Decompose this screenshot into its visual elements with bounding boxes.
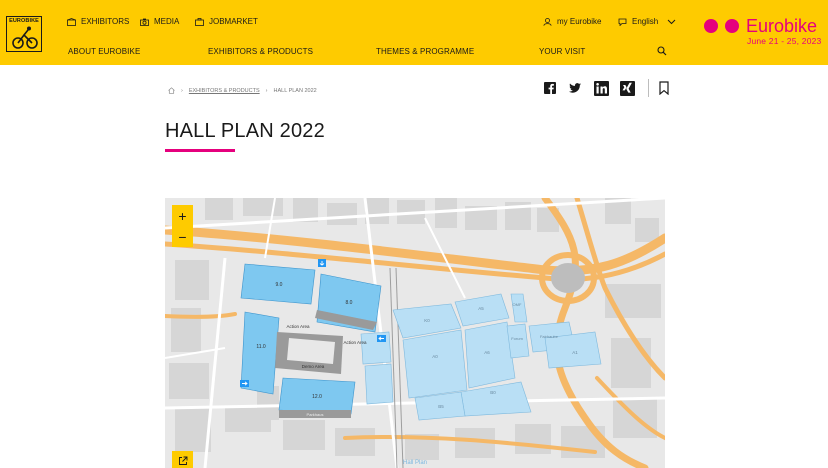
bookmark-icon[interactable] <box>658 79 670 97</box>
zoom-out-button[interactable]: − <box>172 226 193 247</box>
breadcrumb: › EXHIBITORS & PRODUCTS › HALL PLAN 2022 <box>168 87 317 94</box>
nav-jobmarket[interactable]: JOBMARKET <box>195 17 258 26</box>
briefcase-icon <box>195 17 204 26</box>
nav-your-visit[interactable]: YOUR VISIT <box>539 47 585 56</box>
nav-jobmarket-label: JOBMARKET <box>209 17 258 26</box>
area-label-action-2: Action Area <box>343 340 367 345</box>
breadcrumb-current: HALL PLAN 2022 <box>273 87 317 94</box>
breadcrumb-separator-icon: › <box>181 87 183 94</box>
hall-label-omf: OMF <box>513 302 522 307</box>
hall-label-a5: A5 <box>478 306 484 311</box>
map-footer-label: Hall Plan <box>403 460 427 466</box>
eurobike-brand[interactable]: Eurobike June 21 - 25, 2023 <box>702 15 824 49</box>
nav-media-label: MEDIA <box>154 17 180 26</box>
breadcrumb-separator-icon: › <box>265 87 268 94</box>
xing-icon[interactable] <box>619 79 635 97</box>
social-separator <box>648 79 649 97</box>
hall-label-b5: B5 <box>438 404 444 409</box>
map-zoom-control: + − <box>172 205 193 247</box>
user-icon <box>543 17 552 26</box>
hall-label-a1: A1 <box>572 350 578 355</box>
search-icon[interactable] <box>657 46 667 56</box>
hall-label-b0: B0 <box>490 390 496 395</box>
area-label-action-1: Action Area <box>286 324 310 329</box>
brand-dot-right <box>725 19 739 33</box>
breadcrumb-exhibitors-products[interactable]: EXHIBITORS & PRODUCTS <box>189 88 260 94</box>
my-account-link[interactable]: my Eurobike <box>543 17 601 26</box>
zoom-in-button[interactable]: + <box>172 205 193 226</box>
brand-dot-left <box>704 19 718 33</box>
facebook-icon[interactable] <box>543 79 557 97</box>
nav-media[interactable]: MEDIA <box>140 17 179 26</box>
language-label: English <box>632 17 659 26</box>
fullscreen-button[interactable] <box>172 451 193 468</box>
nav-about[interactable]: ABOUT EUROBIKE <box>68 47 140 56</box>
map-canvas[interactable]: 9.0 8.0 11.0 12.0 K0 A0 B0 A5 A6 A1 B5 O… <box>165 198 665 468</box>
language-selector[interactable]: English <box>618 17 676 26</box>
chevron-down-icon <box>667 19 676 24</box>
home-icon[interactable] <box>168 87 175 94</box>
area-label-demo: Demo Area <box>302 364 325 369</box>
eurobike-logo[interactable]: EUROBIKE <box>6 16 42 52</box>
area-label-parkhaus: Parkhaus <box>307 412 324 417</box>
nav-exhibitors-products[interactable]: EXHIBITORS & PRODUCTS <box>208 47 313 56</box>
external-link-icon <box>178 456 187 465</box>
brand-dates: June 21 - 25, 2023 <box>747 36 822 46</box>
nav-exhibitors[interactable]: EXHIBITORS <box>67 17 129 26</box>
page-title: HALL PLAN 2022 <box>165 120 325 142</box>
my-account-label: my Eurobike <box>557 17 602 26</box>
hall-label-a0: A0 <box>432 354 438 359</box>
hall-label-8: 8.0 <box>346 300 353 306</box>
hall-label-11: 11.0 <box>256 344 266 350</box>
hall-label-k0: K0 <box>424 318 430 323</box>
area-inner <box>287 338 335 364</box>
roundabout-center <box>551 263 585 293</box>
twitter-icon[interactable] <box>567 79 583 97</box>
hall-label-9: 9.0 <box>276 282 283 288</box>
title-underline <box>165 149 235 152</box>
nav-exhibitors-label: EXHIBITORS <box>81 17 130 26</box>
linkedin-icon[interactable] <box>593 79 609 97</box>
hall-label-forum: Forum <box>511 336 523 341</box>
building-icon <box>67 17 76 26</box>
hall-label-fairhaube: Fairhaube <box>540 334 559 339</box>
hall-label-12: 12.0 <box>312 394 322 400</box>
hall-plan-map[interactable]: 9.0 8.0 11.0 12.0 K0 A0 B0 A5 A6 A1 B5 O… <box>165 198 665 468</box>
site-header: EUROBIKE EXHIBITORS MEDIA JOBMARKET my E… <box>0 0 828 65</box>
logo-text: EUROBIKE <box>9 18 39 24</box>
cyclist-icon <box>12 26 38 49</box>
hall-label-a6: A6 <box>484 350 490 355</box>
camera-icon <box>140 18 149 26</box>
nav-themes-programme[interactable]: THEMES & PROGRAMME <box>376 47 474 56</box>
chat-bubble-icon <box>618 18 627 26</box>
brand-name: Eurobike <box>746 16 818 36</box>
